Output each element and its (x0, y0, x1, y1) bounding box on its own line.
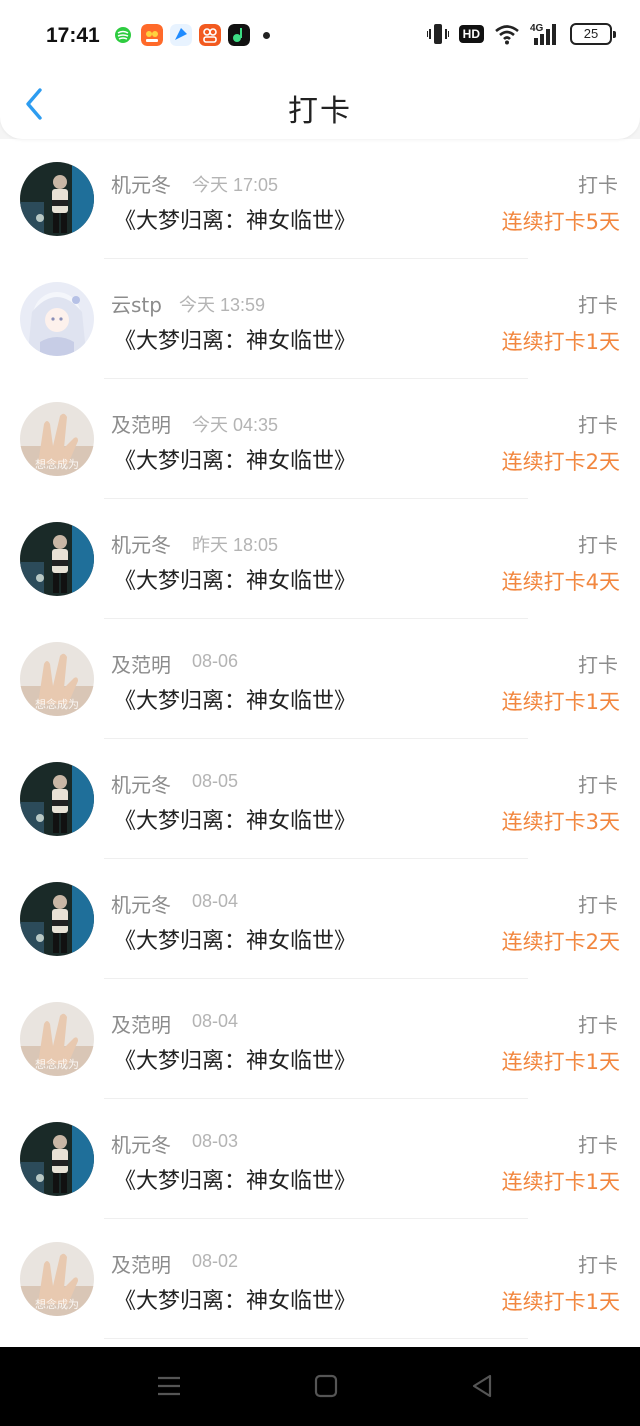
book-title[interactable]: 《大梦归离：神女临世》 (114, 803, 356, 835)
checkin-item[interactable]: 想念成为 及范明 08-06 《大梦归离：神女临世》 打卡连续打卡1天 (0, 619, 640, 739)
checkin-type-label: 打卡 (578, 173, 618, 197)
checkin-type-label: 打卡 (578, 893, 618, 917)
battery-indicator: 25 (570, 23, 616, 45)
system-nav-bar (0, 1347, 640, 1426)
book-title[interactable]: 《大梦归离：神女临世》 (114, 683, 356, 715)
avatar[interactable]: 想念成为 (20, 642, 94, 716)
avatar[interactable] (20, 522, 94, 596)
user-name[interactable]: 机元冬 (111, 889, 171, 918)
streak-label: 连续打卡2天 (501, 930, 620, 954)
streak-label: 连续打卡1天 (501, 330, 620, 354)
svg-text:想念成为: 想念成为 (35, 457, 79, 471)
checkin-type-label: 打卡 (578, 653, 618, 677)
avatar[interactable]: 想念成为 (20, 1002, 94, 1076)
status-time: 17:41 (46, 24, 100, 47)
user-name[interactable]: 及范明 (111, 649, 171, 678)
notification-icons (112, 24, 270, 46)
checkin-time: 08-04 (192, 891, 239, 911)
checkin-type-label: 打卡 (578, 773, 618, 797)
top-panel: 17:41 HD 4G 25 打卡 (0, 0, 640, 139)
checkin-type-label: 打卡 (578, 293, 618, 317)
user-name[interactable]: 机元冬 (111, 529, 171, 558)
system-icons: HD 4G 25 (426, 22, 616, 46)
avatar[interactable] (20, 762, 94, 836)
back-triangle-icon[interactable] (468, 1371, 498, 1401)
book-title[interactable]: 《大梦归离：神女临世》 (114, 323, 356, 355)
user-name[interactable]: 及范明 (111, 1249, 171, 1278)
book-title[interactable]: 《大梦归离：神女临世》 (114, 1283, 356, 1315)
avatar[interactable] (20, 1122, 94, 1196)
avatar[interactable] (20, 282, 94, 356)
cellular-signal-icon: 4G (530, 23, 556, 45)
book-title[interactable]: 《大梦归离：神女临世》 (114, 203, 356, 235)
checkin-item[interactable]: 想念成为 及范明 08-02 《大梦归离：神女临世》 打卡连续打卡1天 (0, 1219, 640, 1339)
checkin-item[interactable]: 想念成为 及范明 今天 04:35 《大梦归离：神女临世》 打卡连续打卡2天 (0, 379, 640, 499)
checkin-item[interactable]: 机元冬 08-05 《大梦归离：神女临世》 打卡连续打卡3天 (0, 739, 640, 859)
checkin-type-label: 打卡 (578, 1133, 618, 1157)
user-name[interactable]: 机元冬 (111, 769, 171, 798)
checkin-item[interactable]: 机元冬 08-04 《大梦归离：神女临世》 打卡连续打卡2天 (0, 859, 640, 979)
avatar[interactable] (20, 882, 94, 956)
checkin-time: 08-03 (192, 1131, 239, 1151)
nav-bar: 打卡 (0, 72, 640, 139)
avatar[interactable]: 想念成为 (20, 1242, 94, 1316)
checkin-type-label: 打卡 (578, 1013, 618, 1037)
checkin-time: 08-02 (192, 1251, 239, 1271)
streak-label: 连续打卡4天 (501, 570, 620, 594)
checkin-item[interactable]: 机元冬 08-03 《大梦归离：神女临世》 打卡连续打卡1天 (0, 1099, 640, 1219)
user-name[interactable]: 机元冬 (111, 169, 171, 198)
checkin-item[interactable]: 云stp 今天 13:59 《大梦归离：神女临世》 打卡连续打卡1天 (0, 259, 640, 379)
checkin-time: 今天 04:35 (192, 415, 279, 435)
streak-label: 连续打卡5天 (501, 210, 620, 234)
checkin-item[interactable]: 机元冬 今天 17:05 《大梦归离：神女临世》 打卡连续打卡5天 (0, 139, 640, 259)
streak-label: 连续打卡2天 (501, 450, 620, 474)
user-name[interactable]: 及范明 (111, 409, 171, 438)
avatar[interactable]: 想念成为 (20, 402, 94, 476)
user-name[interactable]: 及范明 (111, 1009, 171, 1038)
checkin-type-label: 打卡 (578, 413, 618, 437)
green-app-icon (115, 27, 131, 43)
checkin-time: 08-06 (192, 651, 239, 671)
checkin-type-label: 打卡 (578, 1253, 618, 1277)
book-title[interactable]: 《大梦归离：神女临世》 (114, 1163, 356, 1195)
status-bar: 17:41 HD 4G 25 (0, 0, 640, 72)
book-title[interactable]: 《大梦归离：神女临世》 (114, 563, 356, 595)
divider (104, 1338, 528, 1339)
streak-label: 连续打卡1天 (501, 690, 620, 714)
checkin-time: 今天 13:59 (179, 295, 266, 315)
user-name[interactable]: 云stp (111, 289, 162, 318)
svg-text:想念成为: 想念成为 (35, 1297, 79, 1311)
red-app-icon (199, 24, 221, 46)
checkin-time: 昨天 18:05 (192, 535, 279, 555)
wifi-icon (495, 25, 519, 45)
checkin-item[interactable]: 机元冬 昨天 18:05 《大梦归离：神女临世》 打卡连续打卡4天 (0, 499, 640, 619)
checkin-time: 08-05 (192, 771, 239, 791)
vibrate-icon (426, 24, 449, 44)
network-type-label: 4G (530, 23, 544, 34)
streak-label: 连续打卡1天 (501, 1050, 620, 1074)
avatar[interactable] (20, 162, 94, 236)
book-title[interactable]: 《大梦归离：神女临世》 (114, 443, 356, 475)
home-icon[interactable] (311, 1371, 341, 1401)
checkin-item[interactable]: 想念成为 及范明 08-04 《大梦归离：神女临世》 打卡连续打卡1天 (0, 979, 640, 1099)
checkin-type-label: 打卡 (578, 533, 618, 557)
music-app-icon (228, 24, 250, 46)
svg-text:想念成为: 想念成为 (35, 697, 79, 711)
more-notifications-dot (263, 31, 270, 39)
checkin-time: 08-04 (192, 1011, 239, 1031)
streak-label: 连续打卡3天 (501, 810, 620, 834)
book-title[interactable]: 《大梦归离：神女临世》 (114, 923, 356, 955)
blue-app-icon (170, 24, 192, 46)
menu-icon[interactable] (154, 1371, 184, 1401)
hd-badge: HD (458, 25, 484, 43)
svg-text:想念成为: 想念成为 (35, 1057, 79, 1071)
streak-label: 连续打卡1天 (501, 1170, 620, 1194)
user-name[interactable]: 机元冬 (111, 1129, 171, 1158)
streak-label: 连续打卡1天 (501, 1290, 620, 1314)
page-title: 打卡 (288, 94, 352, 129)
book-title[interactable]: 《大梦归离：神女临世》 (114, 1043, 356, 1075)
checkin-time: 今天 17:05 (192, 175, 279, 195)
orange-app-icon (141, 24, 163, 46)
checkin-list: 机元冬 今天 17:05 《大梦归离：神女临世》 打卡 连续打卡5天 云stp 今天 13:… (0, 139, 640, 1347)
